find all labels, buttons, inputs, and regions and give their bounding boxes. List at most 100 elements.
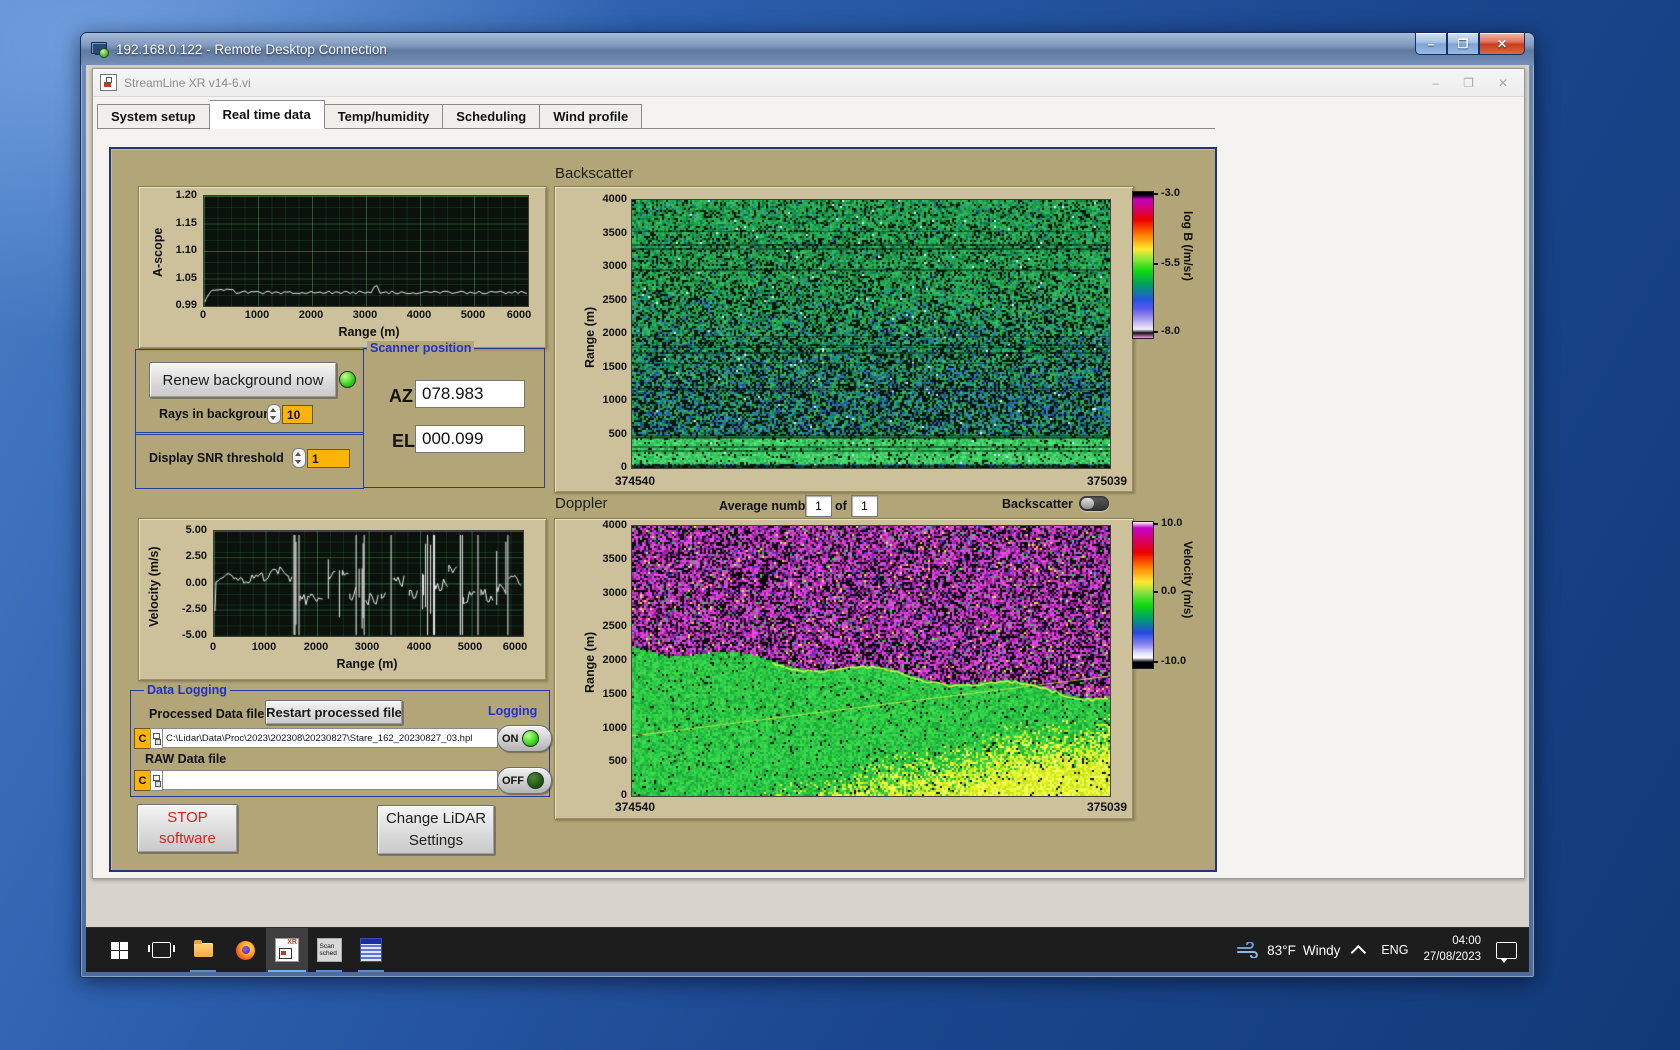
file-explorer-button[interactable] [182, 928, 224, 972]
average-total-field[interactable]: 1 [851, 495, 878, 517]
raw-drive-box[interactable]: C [134, 770, 151, 791]
tray-chevron-icon[interactable] [1351, 944, 1367, 960]
firefox-icon [236, 941, 255, 960]
minimize-button[interactable]: – [1415, 33, 1447, 55]
rays-value-field[interactable]: 10 [282, 405, 313, 424]
weather-condition: Windy [1303, 943, 1341, 958]
backscatter-colorbar [1132, 191, 1154, 339]
labview-title: StreamLine XR v14-6.vi [124, 76, 251, 90]
tab-system-setup[interactable]: System setup [97, 104, 210, 129]
system-tray: 83°F Windy ENG 04:00 27/08/2023 [1236, 934, 1517, 965]
maximize-button[interactable]: ❐ [1447, 33, 1479, 55]
ascope-plot [203, 195, 529, 307]
doppler-heatmap [631, 525, 1111, 797]
raw-path-field[interactable] [162, 770, 498, 790]
minimize-icon[interactable]: – [1432, 76, 1439, 90]
snr-label: Display SNR threshold [149, 451, 284, 465]
wind-icon [1236, 942, 1260, 958]
backscatter-graph-frame: Range (m) 4000 3500 3000 2500 2000 1500 … [554, 186, 1134, 493]
blue-app-icon [360, 938, 382, 962]
backscatter-x-start: 374540 [599, 474, 671, 488]
main-panel: Backscatter A-scope 1.20 1.15 1.10 1.05 … [109, 147, 1217, 872]
velocity-plot [213, 530, 524, 637]
processed-drive-box[interactable]: C [134, 728, 151, 749]
stop-software-button[interactable]: STOPsoftware [137, 804, 238, 853]
velocity-xlabel: Range (m) [287, 657, 447, 671]
of-label: of [835, 499, 847, 513]
average-number-field[interactable]: 1 [805, 495, 832, 517]
rdp-titlebar[interactable]: 192.168.0.122 - Remote Desktop Connectio… [81, 33, 1534, 65]
ascope-yticks: 1.20 1.15 1.10 1.05 0.99 [159, 189, 197, 311]
snr-stepper[interactable] [292, 448, 306, 468]
restart-processed-file-button[interactable]: Restart processed file [265, 700, 403, 725]
clock[interactable]: 04:00 27/08/2023 [1423, 934, 1481, 965]
rays-stepper[interactable] [267, 404, 281, 424]
backscatter-heatmap [631, 199, 1111, 469]
velocity-yticks: 5.00 2.50 0.00 -2.50 -5.00 [163, 524, 207, 641]
streamline-xr-button[interactable]: XR [266, 928, 308, 972]
tab-bar: System setup Real time data Temp/humidit… [97, 104, 642, 129]
backscatter-plot-title: Backscatter [555, 165, 633, 182]
logging-on-toggle[interactable]: ON [497, 725, 552, 752]
backscatter-colorbar-label: log B (/m/sr) [1181, 211, 1195, 331]
backscatter-toggle-label: Backscatter [1002, 497, 1073, 511]
desktop: 192.168.0.122 - Remote Desktop Connectio… [0, 0, 1680, 1050]
rdp-title: 192.168.0.122 - Remote Desktop Connectio… [116, 42, 387, 57]
average-number-label: Average number [719, 499, 817, 513]
tab-scheduling[interactable]: Scheduling [443, 104, 540, 129]
rdp-icon [91, 42, 108, 57]
ascope-xlabel: Range (m) [289, 325, 449, 339]
scan-scheduler-button[interactable]: Scan sched [308, 928, 350, 972]
snr-value-field[interactable]: 1 [307, 449, 350, 468]
streamline-xr-icon: XR [275, 938, 299, 962]
windows-logo-icon [111, 942, 128, 959]
backscatter-toggle[interactable] [1079, 496, 1109, 511]
rays-label: Rays in background [159, 407, 278, 421]
processed-path-field[interactable]: C:\Lidar\Data\Proc\2023\202308\20230827\… [162, 728, 498, 748]
doppler-colorbar [1132, 521, 1154, 669]
task-view-button[interactable] [140, 928, 182, 972]
scanner-position-box [363, 348, 545, 488]
backscatter-x-end: 375039 [1071, 474, 1143, 488]
tab-wind-profile[interactable]: Wind profile [540, 104, 642, 129]
el-value: 000.099 [415, 425, 525, 453]
firefox-button[interactable] [224, 928, 266, 972]
folder-icon [194, 943, 213, 957]
notifications-icon[interactable] [1496, 942, 1517, 959]
blue-app-button[interactable] [350, 928, 392, 972]
close-button[interactable]: ✕ [1479, 33, 1525, 55]
scanner-position-label: Scanner position [367, 341, 474, 355]
labview-window: StreamLine XR v14-6.vi – ❐ ✕ System setu… [92, 68, 1525, 879]
doppler-x-start: 374540 [599, 800, 671, 814]
weather-widget[interactable]: 83°F Windy [1236, 942, 1340, 958]
raw-data-file-label: RAW Data file [145, 752, 226, 766]
task-view-icon [152, 942, 171, 958]
velocity-ylabel: Velocity (m/s) [147, 537, 161, 637]
labview-titlebar[interactable]: StreamLine XR v14-6.vi [93, 69, 1524, 97]
language-indicator[interactable]: ENG [1381, 943, 1408, 957]
labview-body: System setup Real time data Temp/humidit… [93, 97, 1524, 878]
renew-led [339, 371, 356, 388]
start-button[interactable] [98, 928, 140, 972]
az-label: AZ [389, 386, 413, 407]
renew-background-button[interactable]: Renew background now [149, 362, 337, 398]
doppler-x-end: 375039 [1071, 800, 1143, 814]
logging-on-led [522, 730, 539, 747]
tab-real-time-data[interactable]: Real time data [210, 100, 325, 129]
logging-off-toggle[interactable]: OFF [497, 767, 552, 794]
taskbar: XR Scan sched [86, 927, 1529, 972]
scan-scheduler-icon: Scan sched [317, 938, 342, 962]
weather-temp: 83°F [1267, 943, 1296, 958]
doppler-yticks: 4000 3500 3000 2500 2000 1500 1000 500 0 [589, 519, 627, 801]
close-icon[interactable]: ✕ [1498, 76, 1508, 90]
tab-temp-humidity[interactable]: Temp/humidity [325, 104, 443, 129]
change-lidar-settings-button[interactable]: Change LiDARSettings [377, 805, 495, 855]
rdp-window: 192.168.0.122 - Remote Desktop Connectio… [80, 32, 1535, 978]
processed-data-file-label: Processed Data file [149, 707, 264, 721]
doppler-graph-frame: Range (m) 4000 3500 3000 2500 2000 1500 … [554, 518, 1134, 820]
data-logging-label: Data Logging [144, 683, 230, 697]
labview-window-controls: – ❐ ✕ [1432, 69, 1508, 96]
restore-icon[interactable]: ❐ [1463, 76, 1474, 90]
doppler-colorbar-label: Velocity (m/s) [1181, 541, 1195, 661]
el-label: EL [392, 431, 415, 452]
